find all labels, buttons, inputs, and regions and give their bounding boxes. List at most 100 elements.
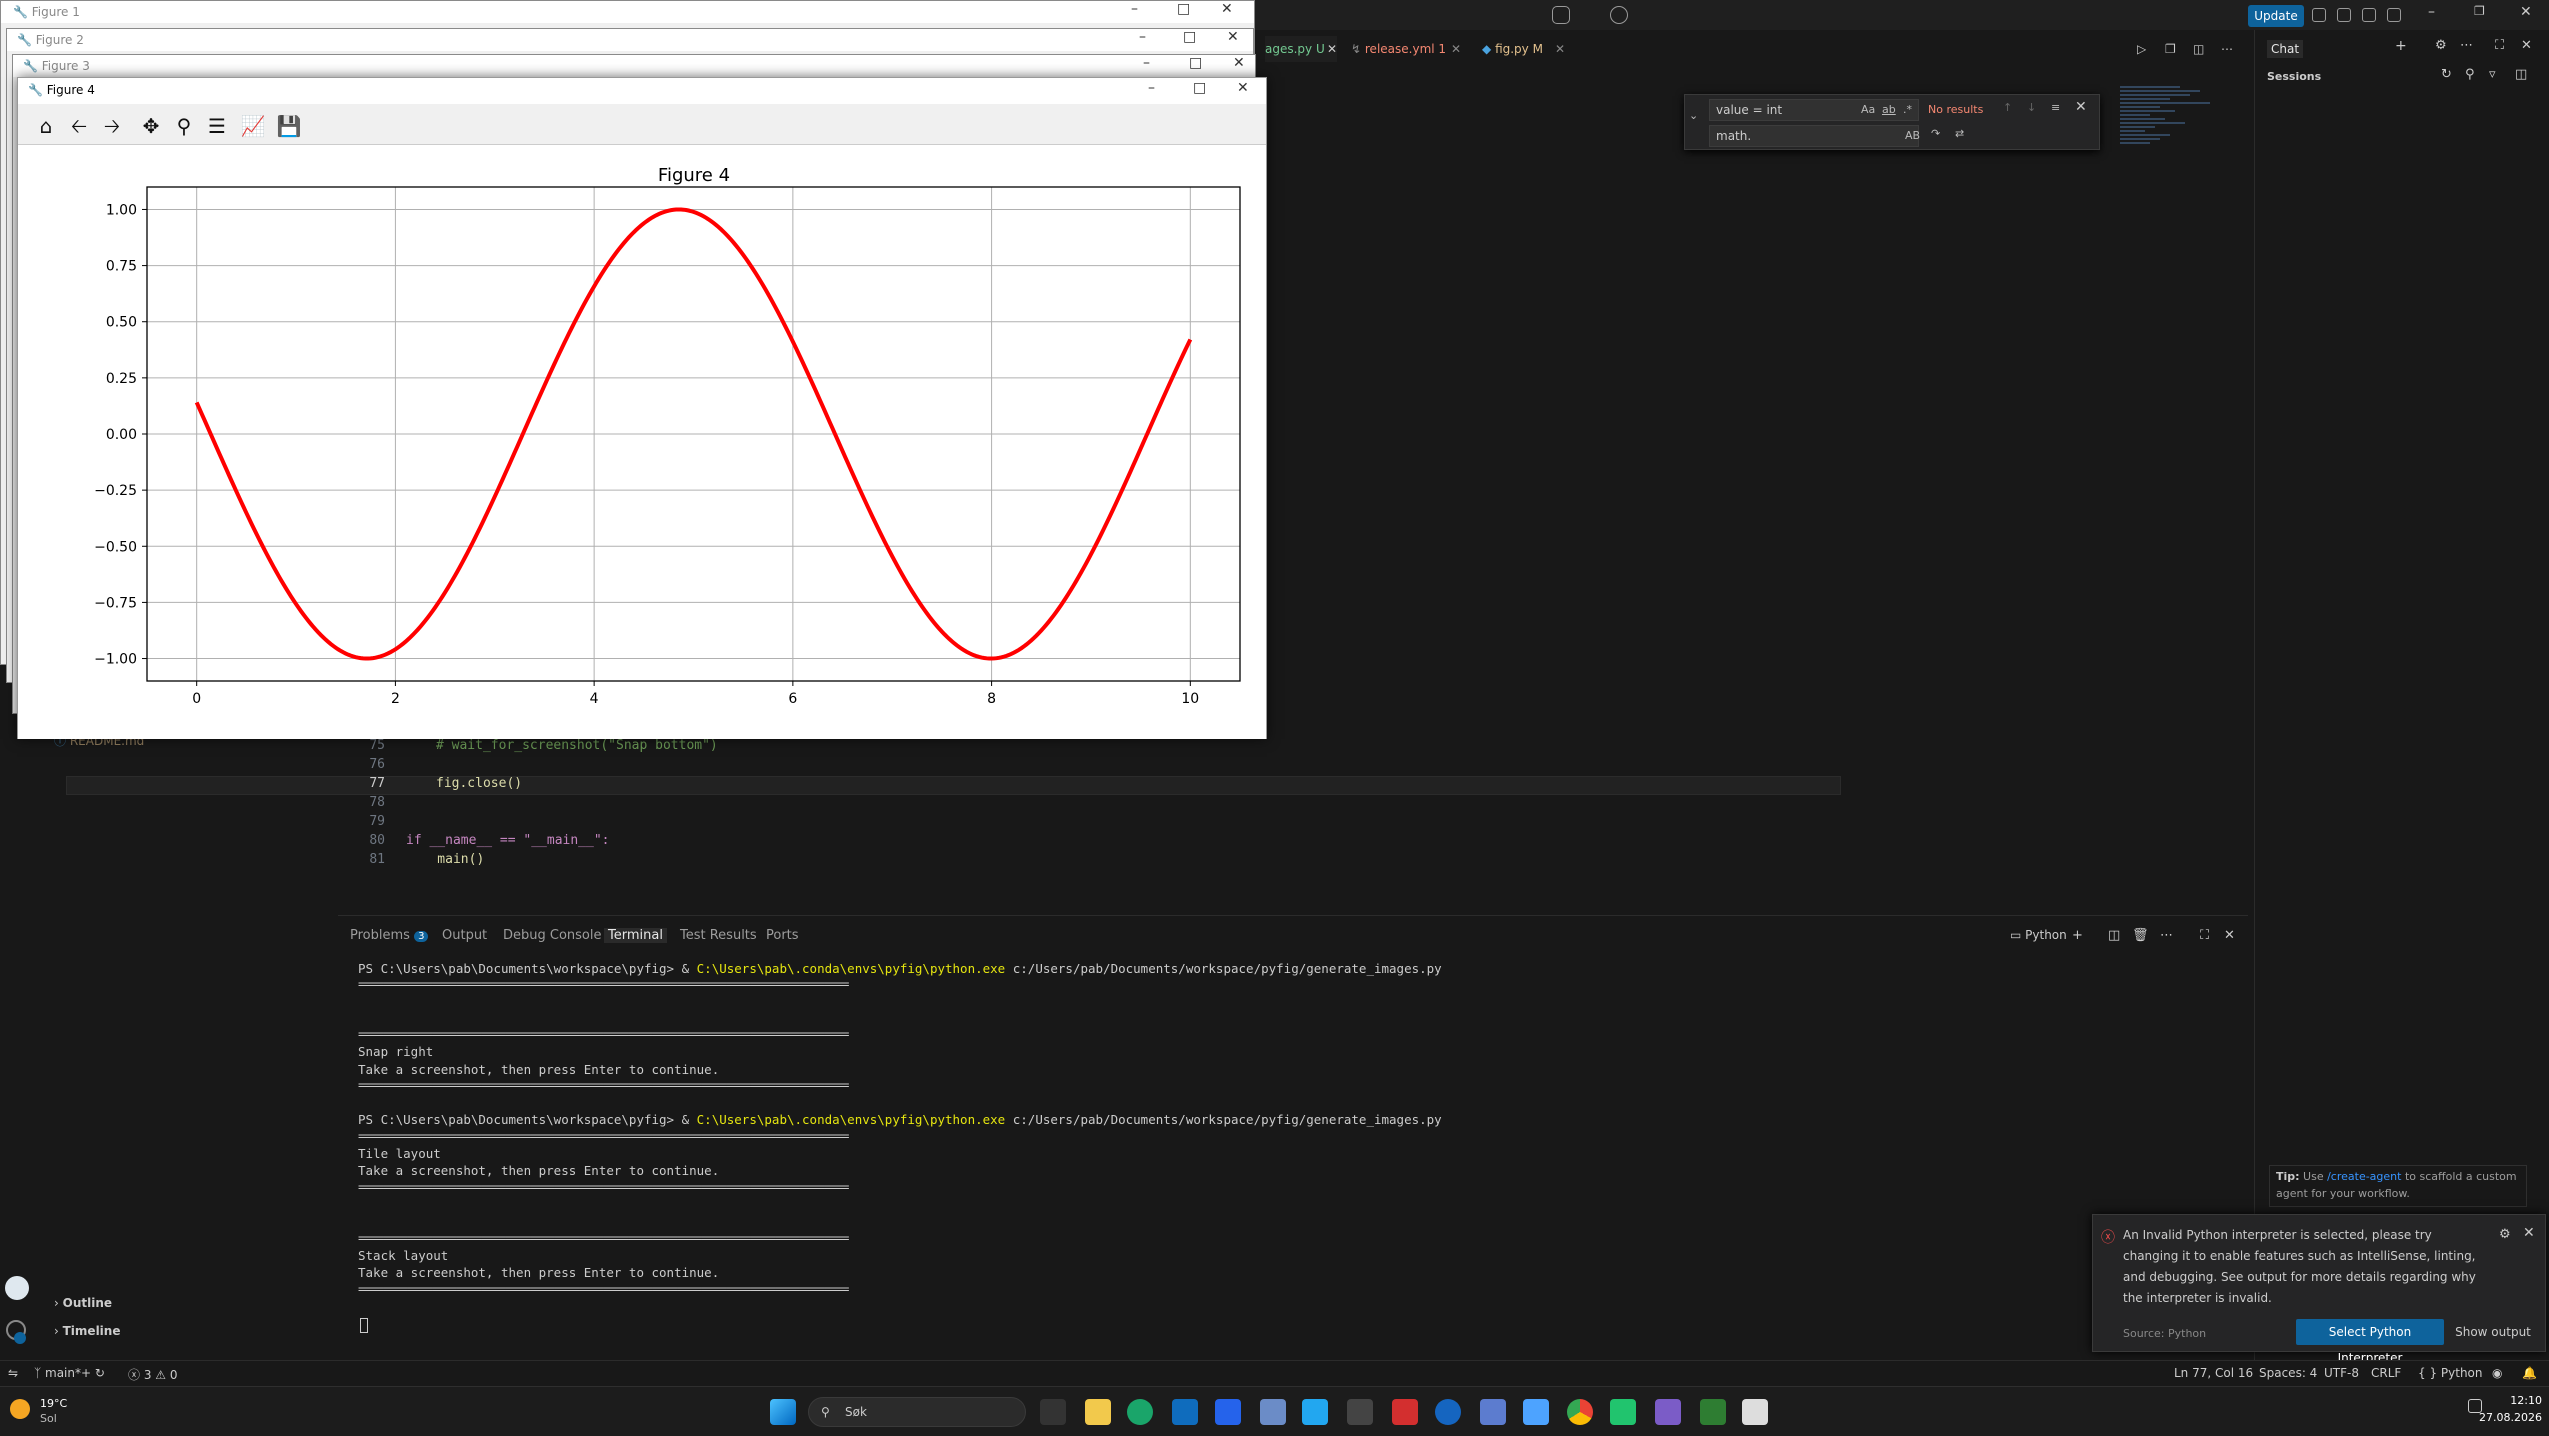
- store-icon[interactable]: [1172, 1399, 1198, 1425]
- pan-icon[interactable]: ✥: [138, 113, 164, 139]
- edit-axis-icon[interactable]: 📈: [240, 113, 266, 139]
- split-terminal-icon[interactable]: ◫: [2108, 928, 2120, 943]
- tab-release-yml[interactable]: ↯ release.yml 1: [1351, 36, 1446, 62]
- maximize-icon[interactable]: □: [1177, 1, 1190, 17]
- regex-icon[interactable]: .*: [1903, 103, 1912, 116]
- indentation[interactable]: Spaces: 4: [2259, 1366, 2317, 1380]
- outline-section[interactable]: › Outline: [54, 1296, 112, 1310]
- branch[interactable]: ᛉ main*+ ↻: [34, 1366, 105, 1380]
- close-icon[interactable]: ✕: [2520, 4, 2532, 20]
- kill-terminal-icon[interactable]: 🗑: [2132, 928, 2149, 943]
- configure-subplots-icon[interactable]: ☰: [204, 113, 230, 139]
- minimize-icon[interactable]: –: [1143, 55, 1150, 71]
- figure-3-titlebar[interactable]: 🔧 Figure 3: [13, 55, 1255, 77]
- taskbar-search[interactable]: ⚲ Søk: [808, 1397, 1026, 1427]
- restore-icon[interactable]: ❐: [2474, 4, 2485, 18]
- replace-all-icon[interactable]: ⇄: [1955, 127, 1964, 140]
- account-icon[interactable]: [1610, 6, 1628, 24]
- filter-icon[interactable]: ▿: [2489, 67, 2496, 82]
- toggle-sidebar-icon[interactable]: [2337, 8, 2351, 22]
- notifications-icon[interactable]: 🔔: [2522, 1366, 2537, 1380]
- layout-icon[interactable]: [2312, 8, 2326, 22]
- maximize-panel-icon[interactable]: ⛶: [2200, 928, 2209, 943]
- tab-fig-py[interactable]: ◆ fig.py M: [1482, 36, 1543, 62]
- cursor-position[interactable]: Ln 77, Col 16: [2174, 1366, 2253, 1380]
- file-explorer-icon[interactable]: [1085, 1399, 1111, 1425]
- whole-word-icon[interactable]: ab: [1882, 103, 1896, 116]
- minimize-icon[interactable]: –: [2428, 4, 2435, 20]
- back-icon[interactable]: 🡠: [66, 113, 92, 139]
- run-icon[interactable]: ▷: [2137, 36, 2146, 62]
- zoom-icon[interactable]: ⚲: [171, 113, 197, 139]
- terminal-output[interactable]: PS C:\Users\pab\Documents\workspace\pyfi…: [358, 960, 2208, 1340]
- sidebar-icon[interactable]: ◫: [2515, 67, 2527, 82]
- notification-close-icon[interactable]: ✕: [2523, 1225, 2535, 1241]
- acrobat-icon[interactable]: [1392, 1399, 1418, 1425]
- figure-1-titlebar[interactable]: 🔧 Figure 1: [1, 1, 1254, 23]
- tab-close-icon[interactable]: ✕: [1451, 36, 1461, 62]
- teams-icon[interactable]: [1215, 1399, 1241, 1425]
- problems-status[interactable]: ⓧ 3 ⚠ 0: [128, 1366, 178, 1383]
- minimize-icon[interactable]: –: [1148, 80, 1155, 96]
- tab-ports[interactable]: Ports: [766, 928, 799, 943]
- maximize-icon[interactable]: □: [1189, 55, 1202, 71]
- find-in-selection-icon[interactable]: ≡: [2051, 101, 2060, 114]
- close-find-icon[interactable]: ✕: [2075, 99, 2087, 115]
- start-icon[interactable]: [770, 1399, 796, 1425]
- app-icon[interactable]: [1480, 1399, 1506, 1425]
- edge-icon[interactable]: [1127, 1399, 1153, 1425]
- close-icon[interactable]: ✕: [1233, 55, 1245, 71]
- prev-match-icon[interactable]: ↑: [2003, 101, 2012, 114]
- split-editor-icon[interactable]: ◫: [2193, 36, 2204, 62]
- match-case-icon[interactable]: Aa: [1861, 103, 1875, 116]
- language-mode[interactable]: { } Python: [2418, 1366, 2483, 1380]
- figure-4-titlebar[interactable]: 🔧 Figure 4: [18, 78, 1266, 102]
- terminal-icon[interactable]: [1347, 1399, 1373, 1425]
- minimize-icon[interactable]: –: [1139, 29, 1146, 45]
- encoding[interactable]: UTF-8: [2324, 1366, 2359, 1380]
- app-icon[interactable]: [1655, 1399, 1681, 1425]
- line-chart[interactable]: Figure 4 0 2 4 6 8 10 1.00 0.75 0.50 0.25 0.00 −0.2…: [18, 145, 1266, 739]
- maximize-icon[interactable]: □: [1193, 80, 1206, 96]
- temperature[interactable]: 19°C: [40, 1397, 67, 1410]
- close-panel-icon[interactable]: ✕: [2224, 928, 2235, 943]
- weather-icon[interactable]: [10, 1399, 30, 1419]
- copilot-icon[interactable]: [1552, 6, 1570, 24]
- figure-4-window[interactable]: 🔧 Figure 4 – □ ✕ ⌂ 🡠 🡢 ✥ ⚲ ☰ 📈 💾 Figure …: [17, 77, 1267, 739]
- tab-output[interactable]: Output: [442, 928, 487, 943]
- task-view-icon[interactable]: [1040, 1399, 1066, 1425]
- app-icon[interactable]: [1260, 1399, 1286, 1425]
- timeline-section[interactable]: › Timeline: [54, 1324, 120, 1338]
- new-terminal-icon[interactable]: +: [2072, 928, 2083, 943]
- close-icon[interactable]: ✕: [1227, 29, 1239, 45]
- tab-debug-console[interactable]: Debug Console: [503, 928, 602, 943]
- tab-close-icon[interactable]: ✕: [1555, 36, 1565, 62]
- close-chat-icon[interactable]: ✕: [2521, 38, 2532, 53]
- chat-more-icon[interactable]: ⋯: [2460, 38, 2473, 53]
- maximize-icon[interactable]: □: [1183, 29, 1196, 45]
- save-icon[interactable]: 💾: [276, 113, 302, 139]
- more-icon[interactable]: ⋯: [2160, 928, 2173, 943]
- replace-input[interactable]: math.: [1709, 125, 1919, 147]
- tab-problems[interactable]: Problems 3: [350, 928, 429, 943]
- toggle-secondary-sidebar-icon[interactable]: [2387, 8, 2401, 22]
- clock-date[interactable]: 27.08.2026: [2472, 1411, 2542, 1424]
- maximize-chat-icon[interactable]: ⛶: [2495, 38, 2504, 53]
- code-editor[interactable]: 75 # wait_for_screenshot("Snap bottom") …: [340, 730, 2250, 910]
- new-chat-icon[interactable]: +: [2395, 38, 2407, 54]
- minimap[interactable]: [2120, 84, 2240, 254]
- compare-icon[interactable]: ❐: [2165, 36, 2176, 62]
- python-icon[interactable]: [1700, 1399, 1726, 1425]
- search-icon[interactable]: ⚲: [2465, 67, 2475, 82]
- close-icon[interactable]: ✕: [1221, 1, 1233, 17]
- notification-settings-icon[interactable]: ⚙: [2499, 1227, 2511, 1242]
- remote-icon[interactable]: ⇋: [8, 1366, 18, 1380]
- tab-close-icon[interactable]: ✕: [1327, 36, 1337, 62]
- close-icon[interactable]: ✕: [1237, 80, 1249, 96]
- notepad-icon[interactable]: [1523, 1399, 1549, 1425]
- toggle-replace-icon[interactable]: ⌄: [1689, 109, 1698, 122]
- refresh-icon[interactable]: ↻: [2441, 67, 2452, 82]
- vscode-icon[interactable]: [1302, 1399, 1328, 1425]
- tab-test-results[interactable]: Test Results: [680, 928, 757, 943]
- replace-icon[interactable]: ↷: [1931, 127, 1940, 140]
